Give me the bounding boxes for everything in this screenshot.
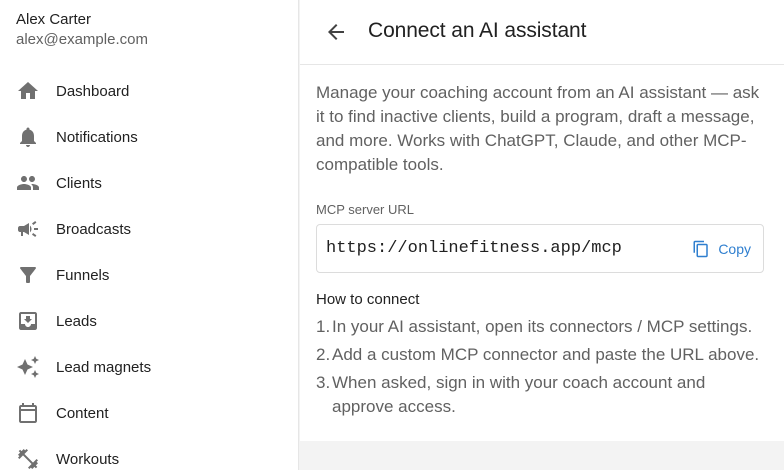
user-email: alex@example.com — [16, 31, 148, 48]
sidebar-item-label: Funnels — [56, 266, 110, 284]
list-item: 3. When asked, sign in with your coach a… — [316, 371, 766, 419]
megaphone-icon — [16, 217, 40, 241]
sidebar-item-label: Notifications — [56, 128, 138, 146]
copy-icon — [693, 240, 709, 257]
inbox-download-icon — [16, 309, 40, 333]
steps-list: 1. In your AI assistant, open its connec… — [316, 315, 766, 419]
calendar-icon — [16, 401, 40, 425]
connect-ai-panel: Connect an AI assistant Manage your coac… — [300, 0, 784, 441]
sidebar-item-broadcasts[interactable]: Broadcasts — [0, 206, 298, 252]
step-number: 2. — [316, 345, 331, 364]
mcp-url-value[interactable]: https://onlinefitness.app/mcp — [326, 239, 622, 258]
dumbbell-icon — [16, 447, 40, 470]
bell-icon — [16, 125, 40, 149]
sidebar: Alex Carter alex@example.com Dashboard N… — [0, 0, 299, 470]
sidebar-item-label: Lead magnets — [56, 358, 152, 376]
sidebar-item-label: Dashboard — [56, 82, 130, 100]
step-number: 1. — [316, 317, 331, 336]
url-field-label: MCP server URL — [316, 202, 415, 217]
sidebar-item-content[interactable]: Content — [0, 390, 298, 436]
sidebar-item-leads[interactable]: Leads — [0, 298, 298, 344]
how-to-title: How to connect — [316, 291, 420, 308]
user-name: Alex Carter — [16, 11, 92, 28]
back-arrow-icon[interactable] — [324, 20, 348, 44]
sidebar-item-label: Clients — [56, 174, 102, 192]
step-text: Add a custom MCP connector and paste the… — [332, 345, 760, 364]
panel-content: Manage your coaching account from an AI … — [316, 81, 766, 423]
step-number: 3. — [316, 373, 331, 392]
sidebar-item-label: Workouts — [56, 450, 120, 468]
home-icon — [16, 79, 40, 103]
copy-label: Copy — [718, 240, 751, 257]
panel-header: Connect an AI assistant — [300, 0, 784, 65]
description-text: Manage your coaching account from an AI … — [316, 83, 760, 174]
sidebar-item-label: Content — [56, 404, 109, 422]
page-title: Connect an AI assistant — [368, 19, 587, 42]
people-icon — [16, 171, 40, 195]
mcp-url-box: https://onlinefitness.app/mcp Copy — [316, 224, 764, 273]
sidebar-item-workouts[interactable]: Workouts — [0, 436, 298, 470]
list-item: 2. Add a custom MCP connector and paste … — [316, 343, 766, 367]
sparkles-icon — [16, 355, 40, 379]
step-text: When asked, sign in with your coach acco… — [332, 373, 706, 416]
sidebar-nav: Dashboard Notifications Clients Broadcas… — [0, 68, 298, 470]
sidebar-item-lead-magnets[interactable]: Lead magnets — [0, 344, 298, 390]
funnel-icon — [16, 263, 40, 287]
copy-button[interactable]: Copy — [692, 240, 751, 258]
sidebar-item-notifications[interactable]: Notifications — [0, 114, 298, 160]
sidebar-item-funnels[interactable]: Funnels — [0, 252, 298, 298]
sidebar-item-label: Broadcasts — [56, 220, 132, 238]
sidebar-item-label: Leads — [56, 312, 97, 330]
sidebar-item-clients[interactable]: Clients — [0, 160, 298, 206]
step-text: In your AI assistant, open its connector… — [332, 317, 753, 336]
sidebar-item-dashboard[interactable]: Dashboard — [0, 68, 298, 114]
list-item: 1. In your AI assistant, open its connec… — [316, 315, 766, 339]
